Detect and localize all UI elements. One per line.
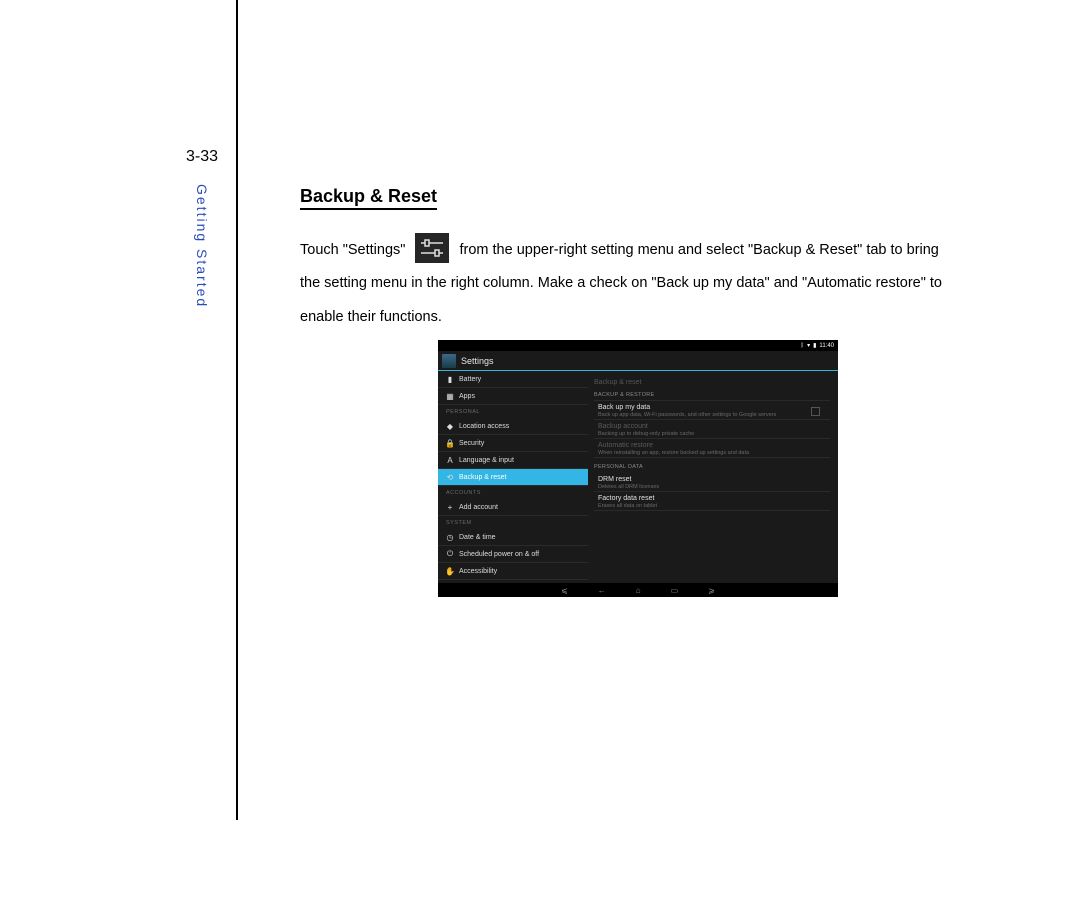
checkbox-icon[interactable] xyxy=(811,407,820,416)
setting-automatic-restore[interactable]: Automatic restore When reinstalling an a… xyxy=(594,439,830,458)
setting-title: Factory data reset xyxy=(598,495,830,502)
page-number: 3-33 xyxy=(186,148,218,166)
schedule-icon: ⏻ xyxy=(446,550,454,558)
setting-subtitle: When reinstalling an app, restore backed… xyxy=(598,450,830,456)
settings-header: Settings xyxy=(438,351,838,371)
add-icon: + xyxy=(446,503,454,511)
sidebar-item-battery[interactable]: ▮ Battery xyxy=(438,371,588,388)
sidebar-item-language[interactable]: A Language & input xyxy=(438,452,588,469)
setting-title: Automatic restore xyxy=(598,442,830,449)
recent-icon[interactable]: ▭ xyxy=(671,586,679,595)
settings-detail-pane: Backup & reset BACKUP & RESTORE Back up … xyxy=(588,371,838,583)
sidebar-section-accounts: ACCOUNTS xyxy=(438,486,588,499)
security-icon: 🔒 xyxy=(446,439,454,447)
sidebar-item-developer[interactable]: { } Developer options xyxy=(438,580,588,583)
setting-title: DRM reset xyxy=(598,476,830,483)
setting-factory-reset[interactable]: Factory data reset Erases all data on ta… xyxy=(594,492,830,511)
sidebar-item-label: Security xyxy=(459,440,484,447)
volume-up-icon[interactable]: ⩾ xyxy=(708,586,715,595)
text-span: from the upper-right setting menu and se… xyxy=(459,242,938,258)
status-time: 11:40 xyxy=(819,343,834,349)
status-bar: ᛒ ▾ ▮ 11:40 xyxy=(438,340,838,351)
sidebar-item-security[interactable]: 🔒 Security xyxy=(438,435,588,452)
wifi-icon: ▾ xyxy=(807,342,810,349)
sidebar-item-label: Battery xyxy=(459,376,481,383)
home-icon[interactable]: ⌂ xyxy=(636,586,641,595)
detail-section-personal-data: PERSONAL DATA xyxy=(594,461,830,473)
setting-subtitle: Backing up to debug-only private cache xyxy=(598,431,830,437)
back-icon[interactable]: ← xyxy=(598,586,606,595)
accessibility-icon: ✋ xyxy=(446,567,454,575)
sidebar-item-backup-reset[interactable]: ⟲ Backup & reset xyxy=(438,469,588,486)
settings-title: Settings xyxy=(461,356,494,366)
side-divider xyxy=(178,0,238,820)
settings-sliders-icon xyxy=(415,233,449,263)
setting-title: Back up my data xyxy=(598,404,830,411)
sidebar-item-add-account[interactable]: + Add account xyxy=(438,499,588,516)
body-paragraph: Touch "Settings" from the upper-right se… xyxy=(300,234,1000,334)
text-span: Touch "Settings" xyxy=(300,242,405,258)
sidebar-item-scheduled-power[interactable]: ⏻ Scheduled power on & off xyxy=(438,546,588,563)
sidebar-item-label: Location access xyxy=(459,423,509,430)
battery-icon: ▮ xyxy=(446,375,454,383)
sidebar-item-label: Backup & reset xyxy=(459,474,506,481)
nav-bar: ⩽ ← ⌂ ▭ ⩾ xyxy=(438,583,838,597)
apps-icon: ▦ xyxy=(446,392,454,400)
setting-backup-my-data[interactable]: Back up my data Back up app data, Wi-Fi … xyxy=(594,401,830,420)
sidebar-item-label: Language & input xyxy=(459,457,514,464)
sidebar-item-label: Apps xyxy=(459,393,475,400)
sidebar-item-label: Add account xyxy=(459,504,498,511)
sidebar-item-label: Date & time xyxy=(459,534,496,541)
location-icon: ◆ xyxy=(446,422,454,430)
setting-backup-account[interactable]: Backup account Backing up to debug-only … xyxy=(594,420,830,439)
sidebar-section-system: SYSTEM xyxy=(438,516,588,529)
language-icon: A xyxy=(446,456,454,464)
detail-title: Backup & reset xyxy=(594,375,830,389)
android-settings-screenshot: ᛒ ▾ ▮ 11:40 Settings ▮ Battery ▦ Apps PE… xyxy=(438,340,838,597)
settings-sidebar: ▮ Battery ▦ Apps PERSONAL ◆ Location acc… xyxy=(438,371,588,583)
text-span: enable their functions. xyxy=(300,309,442,325)
setting-subtitle: Erases all data on tablet xyxy=(598,503,830,509)
setting-drm-reset[interactable]: DRM reset Deletes all DRM licenses xyxy=(594,473,830,492)
setting-title: Backup account xyxy=(598,423,830,430)
sidebar-item-label: Scheduled power on & off xyxy=(459,551,539,558)
battery-status-icon: ▮ xyxy=(813,342,816,349)
backup-icon: ⟲ xyxy=(446,473,454,481)
sidebar-section-personal: PERSONAL xyxy=(438,405,588,418)
sidebar-item-label: Accessibility xyxy=(459,568,497,575)
settings-app-icon xyxy=(442,354,456,368)
heading-backup-reset: Backup & Reset xyxy=(300,186,437,210)
section-label: Getting Started xyxy=(194,184,210,308)
sidebar-item-date-time[interactable]: ◷ Date & time xyxy=(438,529,588,546)
detail-section-backup-restore: BACKUP & RESTORE xyxy=(594,389,830,401)
clock-icon: ◷ xyxy=(446,533,454,541)
sidebar-item-accessibility[interactable]: ✋ Accessibility xyxy=(438,563,588,580)
sidebar-item-apps[interactable]: ▦ Apps xyxy=(438,388,588,405)
setting-subtitle: Back up app data, Wi-Fi passwords, and o… xyxy=(598,412,830,418)
bluetooth-icon: ᛒ xyxy=(800,343,804,349)
text-span: the setting menu in the right column. Ma… xyxy=(300,275,942,291)
volume-down-icon[interactable]: ⩽ xyxy=(561,586,568,595)
sidebar-item-location[interactable]: ◆ Location access xyxy=(438,418,588,435)
setting-subtitle: Deletes all DRM licenses xyxy=(598,484,830,490)
